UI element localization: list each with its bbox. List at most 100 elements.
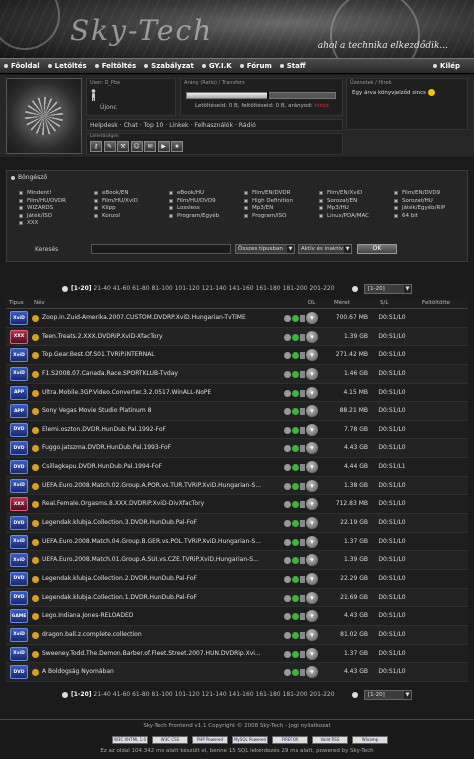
category-checkbox[interactable]	[394, 206, 398, 211]
copyright[interactable]: Sky-Tech Frontend v1.1 Copyright © 2008 …	[0, 723, 474, 729]
next-page-icon[interactable]	[352, 692, 358, 698]
category-type-icon[interactable]: DVD	[10, 665, 28, 680]
download-icon[interactable]: ▾	[306, 423, 318, 436]
info-icon[interactable]	[284, 520, 291, 528]
category-item[interactable]: Játék/ISO	[19, 213, 52, 219]
category-checkbox[interactable]	[19, 213, 23, 218]
torrent-name[interactable]: Ultra.Mobile.3GP.Video.Converter.3.2.051…	[42, 389, 277, 396]
prev-page-icon[interactable]	[62, 692, 68, 698]
info-icon[interactable]	[284, 370, 291, 378]
col-sl[interactable]: S/L	[380, 300, 388, 306]
category-checkbox[interactable]	[394, 213, 398, 218]
category-type-icon[interactable]: XviD	[10, 627, 28, 642]
logout-link[interactable]: Kilép	[433, 62, 460, 70]
nfo-icon[interactable]	[300, 370, 305, 378]
torrent-name[interactable]: UEFA.Euro.2008.Match.01.Group.A.SUI.vs.C…	[42, 556, 277, 563]
nfo-icon[interactable]	[300, 426, 305, 434]
info-icon[interactable]	[284, 482, 291, 490]
category-checkbox[interactable]	[244, 206, 248, 211]
tools-icon[interactable]: ⚒	[117, 141, 129, 152]
torrent-name[interactable]: UEFA.Euro.2008.Match.04.Group.B.GER.vs.P…	[42, 538, 277, 545]
category-item[interactable]: 64 bit	[394, 213, 418, 219]
nfo-icon[interactable]	[300, 650, 305, 658]
category-checkbox[interactable]	[19, 191, 23, 195]
category-item[interactable]: Film/EN/DVDR	[244, 190, 290, 196]
info-icon[interactable]	[284, 389, 291, 397]
download-icon[interactable]: ▾	[306, 610, 318, 623]
nfo-icon[interactable]	[300, 482, 305, 490]
page-select[interactable]: [1-20] ▼	[364, 284, 412, 294]
category-item[interactable]: eBook/EN	[94, 190, 129, 196]
link-chat[interactable]: Chat	[124, 122, 138, 129]
info-icon[interactable]	[284, 315, 291, 322]
category-item[interactable]: Mindent!	[19, 190, 51, 196]
validator-badge[interactable]: W3C CSS	[152, 736, 188, 744]
category-type-icon[interactable]: APP	[10, 404, 28, 419]
download-icon[interactable]: ▾	[306, 442, 318, 455]
download-icon[interactable]: ▾	[306, 498, 318, 511]
category-checkbox[interactable]	[244, 198, 248, 203]
info-icon[interactable]	[284, 575, 291, 583]
category-checkbox[interactable]	[319, 206, 323, 211]
col-size[interactable]: Méret	[334, 300, 350, 306]
info-icon[interactable]	[284, 445, 291, 453]
category-type-icon[interactable]: XXX	[10, 497, 28, 512]
page-select[interactable]: [1-20] ▼	[364, 690, 412, 700]
torrent-name[interactable]: Legendak.klubja.Collection.3.DVDR.HunDub…	[42, 519, 277, 526]
info-icon[interactable]	[284, 669, 291, 677]
category-checkbox[interactable]	[169, 213, 173, 218]
status-select[interactable]: Aktív és inaktív ▼	[298, 244, 352, 254]
category-type-icon[interactable]: XviD	[10, 534, 28, 549]
category-type-icon[interactable]: GAME	[10, 609, 28, 624]
validator-badge[interactable]: W3C XHTML 1.0	[112, 736, 148, 744]
category-checkbox[interactable]	[19, 221, 23, 226]
category-checkbox[interactable]	[169, 198, 173, 203]
nfo-icon[interactable]	[300, 408, 305, 416]
download-icon[interactable]: ▾	[306, 405, 318, 418]
category-item[interactable]: Mp3/HU	[319, 205, 349, 211]
torrent-name[interactable]: A Boldogság Nyomában	[42, 668, 277, 675]
link-links[interactable]: Linkek	[169, 122, 188, 129]
info-icon[interactable]	[284, 464, 291, 472]
star-icon[interactable]: ★	[171, 141, 183, 152]
category-type-icon[interactable]: DVD	[10, 460, 28, 475]
torrent-name[interactable]: Real.Female.Orgasms.8.XXX.DVDRiP.XviD-Di…	[42, 500, 277, 507]
category-item[interactable]: Játék/Egyéb/RIP	[394, 205, 445, 211]
download-icon[interactable]: ▾	[306, 554, 318, 567]
category-item[interactable]: Program/Egyéb	[169, 213, 219, 219]
link-users[interactable]: Felhasználók	[194, 122, 233, 129]
nfo-icon[interactable]	[300, 631, 305, 639]
torrent-name[interactable]: Csillagkapu.DVDR.HunDub.Pal.1994-FoF	[42, 463, 277, 470]
torrent-name[interactable]: Legendak.klubja.Collection.1.DVDR.HunDub…	[42, 594, 277, 601]
page-list[interactable]: 21-40 41-60 61-80 81-100 101-120 121-140…	[93, 285, 334, 292]
key-icon[interactable]: ⚷	[90, 141, 102, 152]
category-item[interactable]: Program/ISO	[244, 213, 287, 219]
info-icon[interactable]	[284, 352, 291, 360]
torrent-name[interactable]: UEFA.Euro.2008.Match.02.Group.A.POR.vs.T…	[42, 482, 277, 489]
torrent-name[interactable]: Top.Gear.Best.Of.S01.TVRiP.iNTERNAL	[42, 351, 277, 358]
category-checkbox[interactable]	[169, 191, 173, 195]
nav-download[interactable]: Letöltés	[47, 62, 87, 70]
category-checkbox[interactable]	[94, 206, 98, 211]
category-checkbox[interactable]	[394, 198, 398, 203]
nav-faq[interactable]: GY.I.K	[201, 62, 232, 70]
link-radio[interactable]: Rádió	[239, 122, 256, 129]
category-item[interactable]: Linux/PDA/MAC	[319, 213, 369, 219]
info-icon[interactable]	[284, 594, 291, 602]
category-type-icon[interactable]: XviD	[10, 553, 28, 568]
search-input[interactable]	[91, 244, 231, 254]
page-list[interactable]: 21-40 41-60 61-80 81-100 101-120 121-140…	[93, 691, 334, 698]
category-type-icon[interactable]: XviD	[10, 311, 28, 325]
torrent-name[interactable]: dragon.ball.z.complete.collection	[42, 631, 277, 638]
nfo-icon[interactable]	[300, 557, 305, 565]
category-type-icon[interactable]: APP	[10, 385, 28, 400]
link-top10[interactable]: Top 10	[144, 122, 164, 129]
nfo-icon[interactable]	[300, 389, 305, 397]
validator-badge[interactable]: MySQL Powered	[232, 736, 268, 744]
info-icon[interactable]	[284, 631, 291, 639]
category-item[interactable]: High Definition	[244, 198, 293, 204]
nfo-icon[interactable]	[300, 352, 305, 360]
category-type-icon[interactable]: DVD	[10, 422, 28, 437]
download-icon[interactable]: ▾	[306, 312, 318, 324]
col-name[interactable]: Név	[34, 300, 45, 306]
